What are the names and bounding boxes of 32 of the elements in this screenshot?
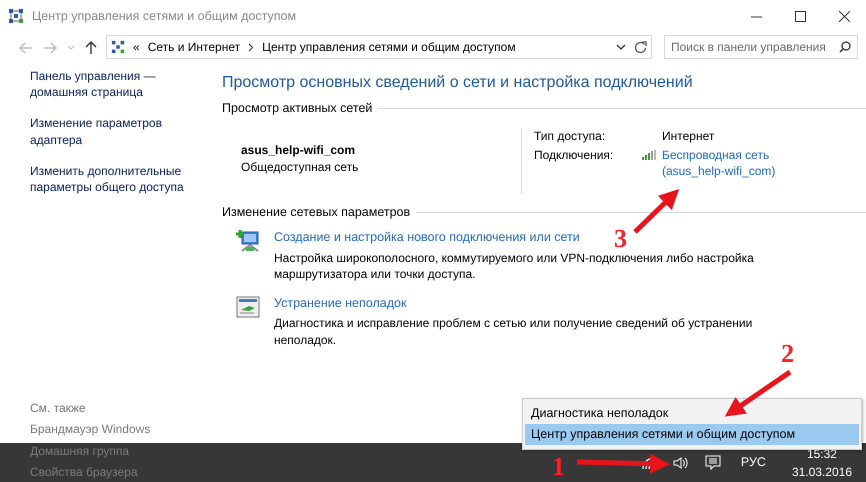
network-category[interactable]: Общедоступная сеть (241, 158, 521, 175)
language-indicator[interactable]: РУС (740, 454, 766, 471)
menu-item[interactable]: Центр управления сетями и общим доступом (525, 424, 859, 445)
task-link[interactable]: Устранение неполадок (274, 296, 406, 310)
annotation-number: 1 (552, 452, 565, 481)
task-description: Диагностика и исправление проблем с сетью или получение сведений об устранении неполадок. (274, 315, 754, 348)
sidebar-link[interactable]: Изменить дополнительные параметры общего доступа (30, 162, 210, 196)
section-heading: Изменение сетевых параметров (222, 204, 410, 222)
field-label: Подключения: (534, 146, 614, 164)
menu-item[interactable]: Диагностика неполадок (525, 403, 859, 424)
address-bar[interactable]: « Сеть и Интернет Центр управления сетями и общим доступом (106, 35, 652, 59)
sidebar-link[interactable]: Панель управления — домашняя страница (30, 68, 210, 100)
annotation-number: 3 (614, 224, 627, 253)
field-value: Интернет (662, 128, 716, 145)
page-heading: Просмотр основных сведений о сети и настройка подключений (222, 73, 694, 93)
task-description: Настройка широкополосного, коммутируемого или VPN-подключения либо настройка маршрутизатора или точки доступа. (274, 250, 755, 283)
network-name: asus_help-wifi_com (241, 142, 356, 159)
field-label: Тип доступа: (534, 128, 606, 145)
overflow-chevron[interactable]: « (133, 38, 140, 56)
task-link[interactable]: Создание и настройка нового подключения или сети (274, 230, 580, 244)
annotation-number: 2 (781, 339, 794, 368)
see-also-link[interactable]: Брандмауэр Windows (30, 421, 222, 438)
section-heading: Просмотр активных сетей (222, 100, 372, 116)
breadcrumb[interactable]: Центр управления сетями и общим доступом (262, 38, 516, 56)
clock-time: 15:32 (806, 446, 838, 462)
see-also-heading: См. также (30, 400, 87, 416)
connection-link[interactable]: Беспроводная сеть (asus_help-wifi_com) (662, 146, 776, 180)
clock-date: 31.03.2016 (792, 464, 852, 480)
breadcrumb[interactable]: Сеть и Интернет (148, 38, 240, 56)
sidebar-link[interactable]: Изменение параметров адаптера (30, 115, 210, 148)
window-title: Центр управления сетями и общим доступом (32, 8, 296, 24)
search-field[interactable]: Поиск в панели управления (664, 35, 858, 59)
